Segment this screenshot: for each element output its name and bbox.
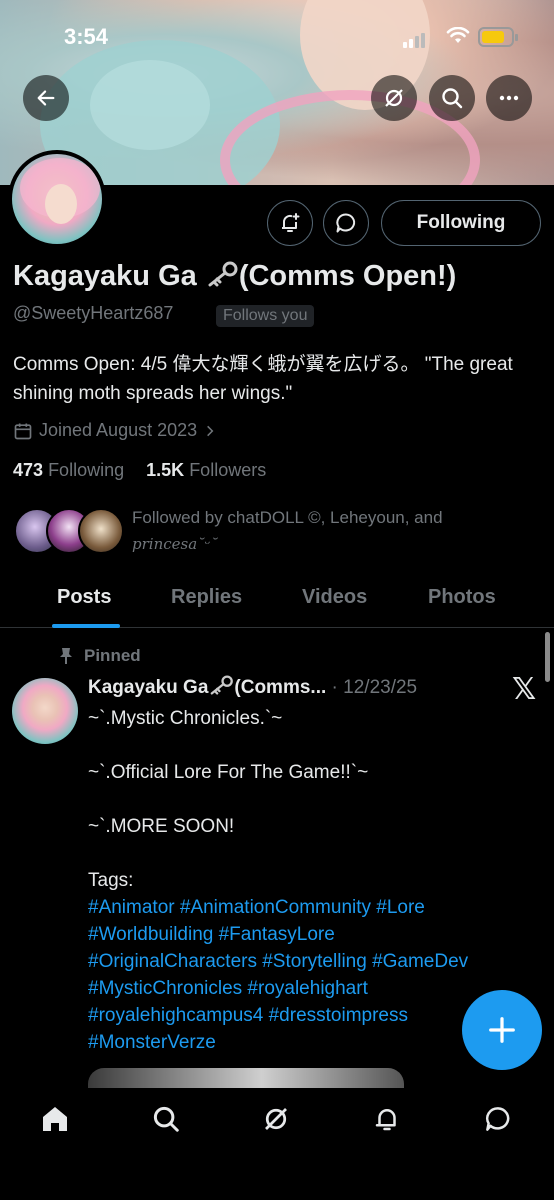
profile-tabs: Posts Replies Videos Photos — [0, 570, 554, 628]
tab-videos[interactable]: Videos — [302, 586, 367, 609]
post-line: Tags: — [88, 870, 134, 891]
grok-icon — [385, 89, 403, 107]
followers-label: Followers — [189, 460, 267, 480]
following-count: 473 — [13, 460, 44, 480]
compose-button[interactable] — [462, 990, 542, 1070]
message-icon — [485, 1107, 510, 1131]
scrollbar[interactable] — [545, 632, 550, 682]
signal-icon — [403, 30, 427, 48]
followers-count-link[interactable]: 1.5K Followers — [146, 460, 266, 480]
active-tab-indicator — [52, 624, 120, 628]
notify-button[interactable] — [267, 200, 313, 246]
post-header: Kagayaku Ga (Comms... · 12/23/25 — [88, 675, 417, 699]
tab-posts[interactable]: Posts — [57, 586, 111, 609]
status-bar: 3:54 — [0, 0, 554, 70]
home-icon — [43, 1107, 67, 1131]
x-logo-icon: 𝕏 — [512, 672, 537, 707]
post-author-name: Kagayaku Ga — [88, 677, 209, 698]
bell-icon — [375, 1109, 396, 1131]
profile-avatar[interactable] — [8, 150, 106, 248]
followers-count: 1.5K — [146, 460, 185, 480]
followed-by-last: princesa˘ᵕ˘ — [132, 535, 218, 553]
following-count-link[interactable]: 473 Following — [13, 460, 124, 480]
post-line: ~`.MORE SOON! — [88, 816, 235, 837]
key-emoji-icon — [211, 675, 234, 695]
chevron-right-icon — [207, 425, 214, 436]
profile-name-text: Kagayaku Ga — [13, 260, 197, 292]
key-emoji-icon — [208, 261, 238, 287]
post-avatar[interactable] — [12, 678, 78, 744]
wifi-icon — [446, 27, 470, 43]
pinned-label: Pinned — [58, 646, 141, 666]
hashtag-line[interactable]: #Worldbuilding #FantasyLore — [88, 924, 335, 945]
bell-plus-icon — [282, 213, 300, 232]
message-icon — [336, 213, 356, 233]
hashtag-line[interactable]: #Animator #AnimationCommunity #Lore — [88, 897, 425, 918]
search-button[interactable] — [429, 75, 475, 121]
more-button[interactable] — [486, 75, 532, 121]
following-label: Following — [48, 460, 125, 480]
calendar-icon — [14, 423, 32, 439]
tab-replies[interactable]: Replies — [171, 586, 242, 609]
hashtag-line[interactable]: #OriginalCharacters #Storytelling #GameD… — [88, 951, 468, 972]
following-button[interactable]: Following — [381, 200, 541, 246]
avatar-art — [45, 184, 77, 224]
post-line: ~`.Official Lore For The Game!!`~ — [88, 762, 369, 783]
pin-icon — [60, 648, 72, 664]
hashtag-line[interactable]: #royalehighcampus4 #dresstoimpress — [88, 1005, 408, 1026]
arrow-left-icon — [37, 90, 55, 106]
profile-name-suffix: (Comms Open!) — [238, 260, 457, 292]
tab-photos[interactable]: Photos — [428, 586, 496, 609]
hashtag-line[interactable]: #MysticChronicles #royalehighart — [88, 978, 368, 999]
joined-date[interactable]: Joined August 2023 — [13, 420, 217, 441]
nav-home[interactable] — [38, 1102, 72, 1136]
nav-notifications[interactable] — [370, 1102, 404, 1136]
follows-you-badge: Follows you — [216, 305, 315, 327]
followed-by-text[interactable]: Followed by chatDOLL ©, Leheyoun, and pr… — [132, 505, 532, 557]
post-date: · 12/23/25 — [331, 677, 418, 698]
post-line: ~`.Mystic Chronicles.`~ — [88, 708, 283, 729]
followed-by-avatars[interactable] — [14, 508, 124, 556]
followed-by-names: Followed by chatDOLL ©, Leheyoun, and — [132, 508, 443, 527]
post-media[interactable] — [88, 1068, 404, 1088]
back-button[interactable] — [23, 75, 69, 121]
post-author[interactable]: Kagayaku Ga (Comms... — [88, 675, 327, 698]
post-body[interactable]: ~`.Mystic Chronicles.`~ ~`.Official Lore… — [88, 705, 528, 1056]
hashtag-line[interactable]: #MonsterVerze — [88, 1032, 216, 1053]
pinned-text: Pinned — [84, 646, 141, 665]
status-time: 3:54 — [64, 24, 109, 49]
battery-icon — [478, 27, 518, 47]
follow-counts: 473 Following 1.5K Followers — [13, 460, 266, 481]
search-icon — [153, 1106, 179, 1132]
profile-handle: @SweetyHeartz687 — [13, 303, 174, 323]
avatar — [78, 508, 124, 554]
search-icon — [442, 88, 463, 109]
joined-text: Joined August 2023 — [39, 420, 198, 440]
more-icon — [499, 95, 519, 101]
profile-name: Kagayaku Ga (Comms Open!) — [13, 260, 456, 293]
nav-search[interactable] — [149, 1102, 183, 1136]
nav-grok[interactable] — [259, 1102, 293, 1136]
profile-bio: Comms Open: 4/5 偉大な輝く蛾が翼を広げる。 "The great… — [13, 354, 513, 404]
banner-art — [90, 60, 210, 150]
nav-messages[interactable] — [481, 1102, 515, 1136]
bottom-nav — [0, 1088, 554, 1200]
plus-icon — [489, 1017, 515, 1043]
grok-button[interactable] — [371, 75, 417, 121]
message-button[interactable] — [323, 200, 369, 246]
grok-icon — [265, 1108, 287, 1130]
post-author-suffix: (Comms... — [234, 677, 327, 698]
